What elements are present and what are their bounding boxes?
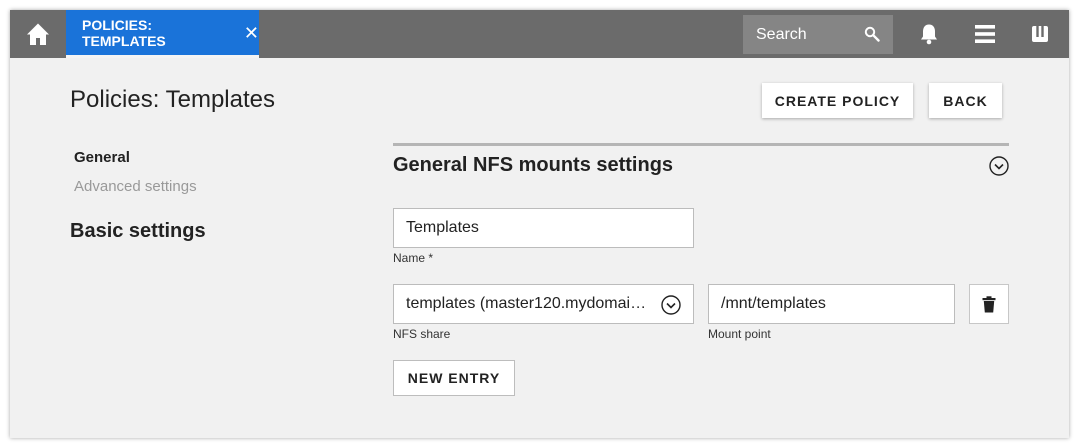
home-button[interactable] bbox=[10, 10, 66, 58]
nfs-share-value: templates (master120.mydomain.local) bbox=[406, 295, 653, 312]
sidebar-item-advanced-settings[interactable]: Advanced settings bbox=[74, 178, 197, 195]
name-input[interactable]: Templates bbox=[393, 208, 694, 248]
sidebar-item-general[interactable]: General bbox=[74, 149, 130, 166]
home-icon bbox=[27, 23, 49, 45]
chevron-circle-down-icon[interactable] bbox=[988, 155, 1010, 177]
tab-label: POLICIES: TEMPLATES bbox=[82, 16, 166, 49]
tab-policies-templates[interactable]: POLICIES: TEMPLATES ✕ bbox=[66, 10, 259, 58]
back-button[interactable]: BACK bbox=[929, 83, 1002, 118]
bell-icon bbox=[921, 24, 937, 45]
app-logo-icon bbox=[1032, 26, 1048, 42]
create-policy-button[interactable]: CREATE POLICY bbox=[762, 83, 913, 118]
nfs-share-select[interactable]: templates (master120.mydomain.local) bbox=[393, 284, 694, 324]
search-input[interactable]: Search bbox=[743, 15, 893, 54]
close-icon[interactable]: ✕ bbox=[244, 24, 259, 42]
chevron-down-icon bbox=[661, 295, 681, 315]
menu-icon bbox=[975, 25, 995, 43]
section-divider bbox=[393, 143, 1009, 146]
notifications-button[interactable] bbox=[907, 10, 951, 58]
mount-point-label: Mount point bbox=[708, 327, 771, 341]
main-menu-button[interactable] bbox=[963, 10, 1007, 58]
search-placeholder: Search bbox=[756, 25, 807, 43]
name-field-label: Name * bbox=[393, 251, 434, 265]
trash-icon bbox=[982, 295, 996, 312]
top-bar: POLICIES: TEMPLATES ✕ Search bbox=[10, 10, 1069, 58]
app-window: POLICIES: TEMPLATES ✕ Search Policies: T… bbox=[10, 10, 1069, 438]
nfs-share-label: NFS share bbox=[393, 327, 451, 341]
search-icon[interactable] bbox=[864, 26, 880, 42]
page-title: Policies: Templates bbox=[70, 86, 275, 113]
mount-point-value: /mnt/templates bbox=[721, 295, 826, 312]
delete-entry-button[interactable] bbox=[969, 284, 1009, 324]
section-title: General NFS mounts settings bbox=[393, 154, 674, 176]
app-switcher-button[interactable] bbox=[1018, 10, 1062, 58]
basic-settings-heading: Basic settings bbox=[70, 220, 206, 242]
new-entry-button[interactable]: NEW ENTRY bbox=[393, 360, 515, 396]
name-input-value: Templates bbox=[406, 219, 479, 236]
mount-point-input[interactable]: /mnt/templates bbox=[708, 284, 955, 324]
